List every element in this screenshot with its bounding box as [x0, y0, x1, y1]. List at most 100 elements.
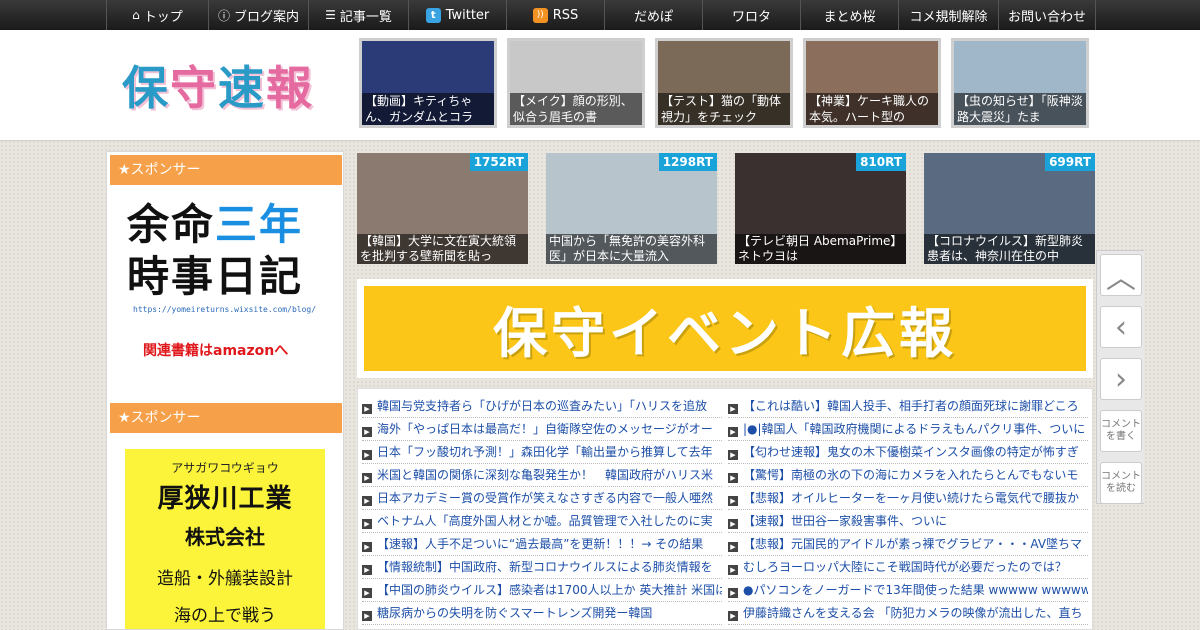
popular-article[interactable]: 1752RT 【韓国】大学に文在寅大統領を批判する壁新聞を貼っ — [357, 153, 528, 264]
arrow-icon: ▶ — [728, 404, 738, 414]
home-icon: ⌂ — [132, 8, 140, 22]
nav-item-label: お問い合わせ — [1007, 9, 1086, 25]
news-link[interactable]: ▶ 伊藤詩織さんを支える会 「防犯カメラの映像が流出した、直ち — [728, 602, 1088, 625]
nav-item[interactable]: まとめ桜 — [800, 0, 898, 30]
chevron-up-icon: ︿ — [1106, 261, 1136, 296]
news-link[interactable]: ▶ 【速報】人手不足ついに“過去最高”を更新！！！→ その結果 — [362, 533, 722, 556]
article-caption: 【韓国】大学に文在寅大統領を批判する壁新聞を貼っ — [357, 234, 528, 264]
nav-item[interactable]: だめぽ — [604, 0, 702, 30]
news-title: むしろヨーロッパ大陸にこそ戦国時代が必要だったのでは？ — [743, 560, 1067, 574]
header-thumbnail[interactable]: 【テスト】猫の「動体視力」をチェック — [655, 38, 793, 128]
news-link[interactable]: ▶ 【匂わせ速報】鬼女の木下優樹菜インスタ画像の特定が怖すぎ — [728, 441, 1088, 464]
news-title: 【匂わせ速報】鬼女の木下優樹菜インスタ画像の特定が怖すぎ — [743, 445, 1079, 459]
scroll-top-button[interactable]: ︿ — [1100, 254, 1142, 296]
write-comment-button[interactable]: コメントを書く — [1100, 410, 1142, 452]
rt-count-badge: 1752RT — [469, 153, 528, 171]
logo-char: 速 — [218, 61, 266, 115]
arrow-icon: ▶ — [728, 542, 738, 552]
sponsor-heading: ★スポンサー — [110, 155, 342, 185]
news-title: 【速報】人手不足ついに“過去最高”を更新！！！→ その結果 — [377, 537, 704, 551]
company-name: 厚狭川工業 — [157, 484, 293, 514]
site-logo[interactable]: 保守速報 — [122, 52, 314, 118]
company-slogan: 海の上で戦う — [174, 606, 276, 626]
arrow-icon: ▶ — [728, 519, 738, 529]
arrow-icon: ▶ — [362, 496, 372, 506]
news-title: 伊藤詩織さんを支える会 「防犯カメラの映像が流出した、直ち — [743, 606, 1083, 620]
chevron-left-icon: ‹ — [1115, 309, 1127, 345]
news-link[interactable]: ▶ 【情報統制】中国政府、新型コロナウイルスによる肺炎情報を — [362, 556, 722, 579]
news-link[interactable]: ▶ 【悲報】オイルヒーターを一ヶ月使い続けたら電気代で腰抜か — [728, 487, 1088, 510]
top-navigation: ⌂ トップ ⓘ ブログ案内 ☰ 記事一覧 t Twitter)) RSS だめぽ ワロタ まとめ桜 コメ… — [0, 0, 1200, 30]
news-link[interactable]: ▶ 米国と韓国の関係に深刻な亀裂発生か！ 韓国政府がハリス米 — [362, 464, 722, 487]
sponsor-ad-company[interactable]: アサガワコウギョウ 厚狭川工業 株式会社 造船・外艤装設計 海の上で戦う — [125, 449, 325, 629]
news-link[interactable]: ▶ 海外「やっぱ日本は最高だ！」自衛隊空佐のメッセージがオー — [362, 418, 722, 441]
header-thumbnail[interactable]: 【動画】キティちゃん、ガンダムとコラ — [359, 38, 497, 128]
arrow-icon: ▶ — [362, 473, 372, 483]
rss-icon: )) — [532, 7, 548, 23]
arrow-icon: ▶ — [728, 588, 738, 598]
nav-item[interactable]: お問い合わせ — [998, 0, 1096, 30]
arrow-icon: ▶ — [728, 427, 738, 437]
news-link[interactable]: ▶ ●パソコンをノーガードで13年間使った結果 wwwww wwwww — [728, 579, 1088, 602]
header-thumbnail[interactable]: 【虫の知らせ】「阪神淡路大震災」たま — [951, 38, 1089, 128]
news-title: 糖尿病からの失明を防ぐスマートレンズ開発ー韓国 — [377, 606, 653, 620]
arrow-icon: ▶ — [362, 519, 372, 529]
news-title: 【これは酷い】韓国人投手、相手打者の顔面死球に謝罪どころ — [743, 399, 1079, 413]
news-link[interactable]: ▶ ベトナム人「高度外国人材とか嘘。品質管理で入社したのに実 — [362, 510, 722, 533]
nav-item[interactable]: ⓘ ブログ案内 — [208, 0, 308, 30]
news-title: ●パソコンをノーガードで13年間使った結果 wwwww wwwww — [743, 583, 1088, 597]
rt-count-badge: 810RT — [856, 153, 906, 171]
popular-article[interactable]: 1298RT 中国から「無免許の美容外科医」が日本に大量流入 — [546, 153, 717, 264]
news-title: 【悲報】オイルヒーターを一ヶ月使い続けたら電気代で腰抜か — [743, 491, 1080, 505]
logo-char: 保 — [122, 61, 170, 115]
arrow-icon: ▶ — [728, 611, 738, 621]
company-type: 株式会社 — [185, 525, 265, 549]
news-title: 【悲報】元国民的アイドルが素っ裸でグラビア・・・AV墜ちマ — [743, 537, 1083, 551]
article-caption: 【テレビ朝日 AbemaPrime】ネトウヨは — [735, 234, 906, 264]
event-banner[interactable]: 保守イベント広報 — [357, 279, 1093, 378]
nav-item[interactable]: )) RSS — [506, 0, 604, 30]
ad-title-line1b: 三年 — [215, 200, 304, 249]
nav-item[interactable]: ⌂ トップ — [106, 0, 208, 30]
popular-article[interactable]: 699RT 【コロナウイルス】新型肺炎患者は、神奈川在住の中 — [924, 153, 1095, 264]
nav-item[interactable]: ワロタ — [702, 0, 800, 30]
article-caption: 【コロナウイルス】新型肺炎患者は、神奈川在住の中 — [924, 234, 1095, 264]
thumbnail-caption: 【虫の知らせ】「阪神淡路大震災」たま — [954, 93, 1086, 125]
nav-item[interactable]: ☰ 記事一覧 — [308, 0, 408, 30]
news-link[interactable]: ▶ むしろヨーロッパ大陸にこそ戦国時代が必要だったのでは？ — [728, 556, 1088, 579]
nav-item[interactable]: t Twitter — [408, 0, 506, 30]
arrow-icon: ▶ — [728, 565, 738, 575]
arrow-icon: ▶ — [728, 473, 738, 483]
news-link[interactable]: ▶ 日本「フッ酸切れ予測！」森田化学「輸出量から推算して去年 — [362, 441, 722, 464]
prev-button[interactable]: ‹ — [1100, 306, 1142, 348]
chevron-right-icon: › — [1115, 361, 1127, 397]
sponsor-ad-blog[interactable]: 余命三年 時事日記 https://yomeireturns.wixsite.c… — [107, 185, 343, 400]
header-thumbnails: 【動画】キティちゃん、ガンダムとコラ 【メイク】顔の形別、似合う眉毛の書 【テスト】… — [359, 38, 1089, 128]
news-link[interactable]: ▶ 糖尿病からの失明を防ぐスマートレンズ開発ー韓国 — [362, 602, 722, 625]
news-title: ベトナム人「高度外国人材とか嘘。品質管理で入社したのに実 — [377, 514, 713, 528]
news-link[interactable]: ▶ 韓国与党支持者ら「ひげが日本の巡査みたい」「ハリスを追放 — [362, 395, 722, 418]
logo-char: 報 — [266, 61, 314, 115]
news-link[interactable]: ▶ 【中国の肺炎ウイルス】感染者は1700人以上か 英大推計 米国は — [362, 579, 722, 602]
arrow-icon: ▶ — [728, 450, 738, 460]
nav-item[interactable]: コメ規制解除 — [898, 0, 998, 30]
popular-article[interactable]: 810RT 【テレビ朝日 AbemaPrime】ネトウヨは — [735, 153, 906, 264]
ad-title-line1a: 余命 — [127, 200, 216, 249]
amazon-link[interactable]: 関連書籍はamazonへ — [143, 340, 343, 360]
read-comment-button[interactable]: コメントを読む — [1100, 462, 1142, 504]
news-link[interactable]: ▶ 【悲報】元国民的アイドルが素っ裸でグラビア・・・AV墜ちマ — [728, 533, 1088, 556]
ad-url: https://yomeireturns.wixsite.com/blog/ — [133, 305, 317, 314]
arrow-icon: ▶ — [362, 542, 372, 552]
news-link[interactable]: ▶ 日本アカデミー賞の受賞作が笑えなさすぎる内容で一般人唖然 — [362, 487, 722, 510]
news-link[interactable]: ▶ |●|韓国人「韓国政府機関によるドラえもんパクリ事件、ついに — [728, 418, 1088, 441]
header-thumbnail[interactable]: 【メイク】顔の形別、似合う眉毛の書 — [507, 38, 645, 128]
rt-count-badge: 1298RT — [658, 153, 717, 171]
twitter-icon: t — [425, 7, 441, 23]
news-link[interactable]: ▶ 【これは酷い】韓国人投手、相手打者の顔面死球に謝罪どころ — [728, 395, 1088, 418]
news-title: |●|韓国人「韓国政府機関によるドラえもんパクリ事件、ついに — [743, 422, 1086, 436]
news-link[interactable]: ▶ 【速報】世田谷一家殺害事件、ついに — [728, 510, 1088, 533]
arrow-icon: ▶ — [362, 450, 372, 460]
news-link[interactable]: ▶ 【驚愕】南極の氷の下の海にカメラを入れたらとんでもないモ — [728, 464, 1088, 487]
header-thumbnail[interactable]: 【神業】ケーキ職人の本気。ハート型の — [803, 38, 941, 128]
next-button[interactable]: › — [1100, 358, 1142, 400]
